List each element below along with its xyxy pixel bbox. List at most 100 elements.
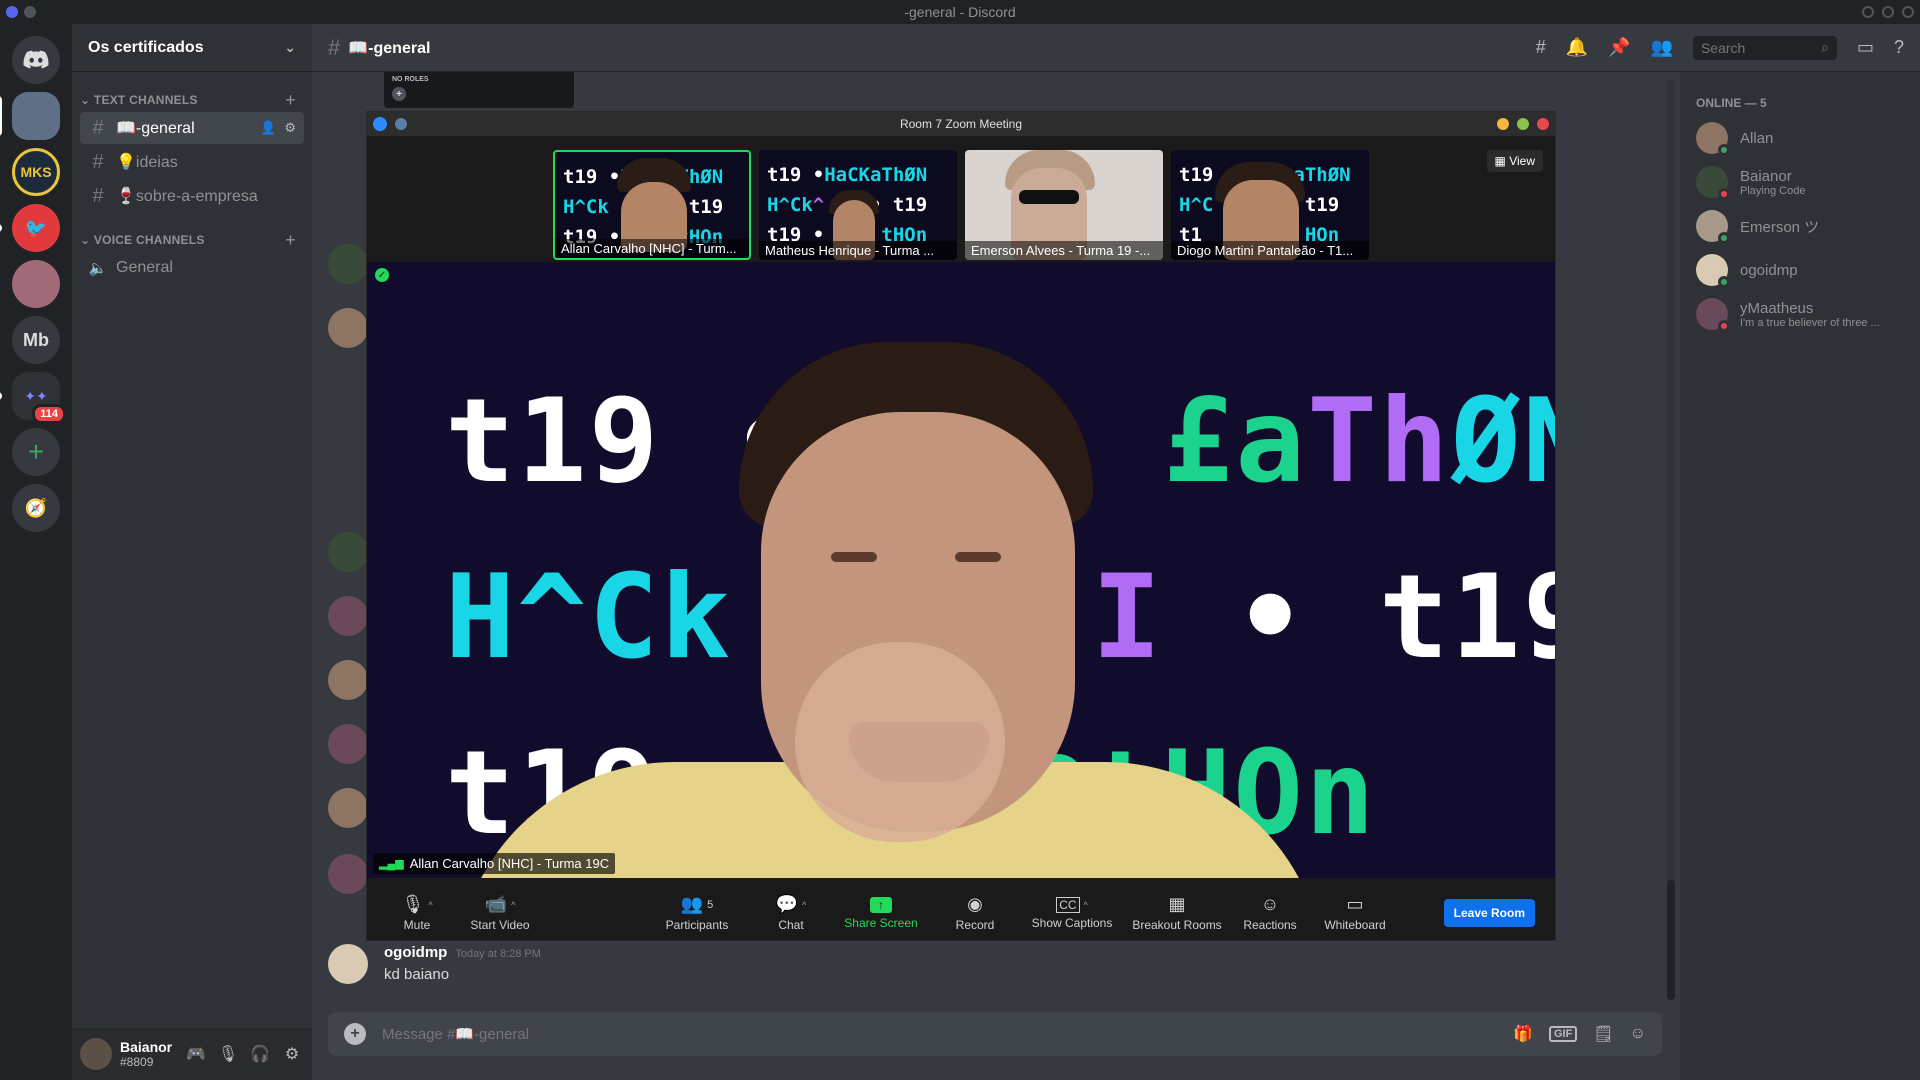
mute-button[interactable]: 🎙 ^ Mute [387,894,447,932]
member-item[interactable]: yMaatheus I'm a true believer of three ..… [1696,292,1912,336]
maximize-icon[interactable] [1517,118,1529,130]
message-scrollbar[interactable] [1667,80,1675,1000]
message-composer[interactable]: + Message #📖-general 🎁 GIF 🗒 ☺ [328,1012,1662,1056]
hash-icon: # [92,150,104,173]
chat-button[interactable]: 💬 ^ Chat [761,894,821,932]
member-item[interactable]: Baianor Playing Code [1696,160,1912,204]
participant-tile[interactable]: t19 •HaCkaThØN H^Ck • t19 t19 • h tHOn A… [553,150,751,260]
speaker-name-tag: ▂▄▆ Allan Carvalho [NHC] - Turma 19C [373,853,616,874]
maximize-icon[interactable] [1882,6,1894,18]
server-folder[interactable]: ✦✦ 114 [0,372,66,424]
reactions-button[interactable]: ☺ Reactions [1235,894,1305,932]
discord-home-icon[interactable] [12,36,60,84]
pin-icon[interactable]: 📌 [1608,37,1630,58]
leave-room-button[interactable]: Leave Room [1443,899,1535,927]
avatar[interactable] [328,724,368,764]
window-controls[interactable] [1862,6,1914,18]
add-role-icon[interactable]: + [392,87,406,101]
inbox-icon[interactable]: ▭ [1857,37,1874,58]
breakout-rooms-button[interactable]: ▦ Breakout Rooms [1129,894,1225,932]
member-item[interactable]: Emerson ツ [1696,204,1912,248]
zoom-window-controls[interactable] [1497,118,1549,130]
caret-up-icon[interactable]: ^ [802,900,806,910]
scrollbar-thumb[interactable] [1667,880,1675,1000]
explore-icon[interactable]: 🧭 [12,484,60,532]
minimize-icon[interactable] [1862,6,1874,18]
encryption-shield-icon[interactable]: ✓ [375,268,389,282]
titlebar-left-controls [6,6,36,18]
member-item[interactable]: Allan [1696,116,1912,160]
participants-button[interactable]: 👥 5 Participants [655,894,739,932]
record-button[interactable]: ◉ Record [945,894,1005,932]
headphones-icon[interactable]: 🎧 [248,1044,272,1064]
channel-general[interactable]: # 📖-general 👤 ⚙ [80,112,304,144]
discord-app-icon [6,6,18,18]
caret-up-icon[interactable]: ^ [1084,900,1088,910]
help-icon[interactable]: ? [1894,37,1904,58]
message-author[interactable]: ogoidmp [384,944,447,961]
channel-label: 🍷sobre-a-empresa [116,188,258,205]
view-button[interactable]: ▦ View [1486,150,1543,172]
speaker-name: Allan Carvalho [NHC] - Turma 19C [409,856,610,871]
gamepad-icon[interactable]: 🎮 [184,1044,208,1064]
member-item[interactable]: ogoidmp [1696,248,1912,292]
active-speaker-video: t19 • £aThØN H^Ck I • t19 t19 ⩬@tHOn ✓ ▂… [367,262,1555,878]
category-text-channels[interactable]: ⌄ TEXT CHANNELS + [72,90,312,110]
threads-icon[interactable]: # [1536,37,1546,58]
close-icon[interactable] [1902,6,1914,18]
add-server-icon[interactable]: + [12,428,60,476]
caret-up-icon[interactable]: ^ [428,900,432,910]
bell-icon[interactable]: 🔔 [1566,37,1588,58]
avatar[interactable] [328,308,368,348]
avatar[interactable] [328,788,368,828]
search-input[interactable]: Search ⌕ [1692,35,1837,60]
show-captions-button[interactable]: CC ^ Show Captions [1027,896,1117,930]
breakout-rooms-label: Breakout Rooms [1132,918,1222,932]
participant-tile[interactable]: Emerson Alvees - Turma 19 -... [965,150,1163,260]
avatar[interactable] [328,660,368,700]
chat-icon: 💬 [775,894,799,914]
start-video-button[interactable]: 📹 ^ Start Video [455,894,545,932]
gif-icon[interactable]: GIF [1549,1026,1578,1042]
add-channel-icon[interactable]: + [285,230,296,251]
gear-icon[interactable]: ⚙ [284,120,296,136]
sunglasses-icon [1019,190,1079,204]
category-voice-channels[interactable]: ⌄ VOICE CHANNELS + [72,230,312,250]
microphone-icon[interactable]: 🎙 [216,1044,240,1064]
avatar[interactable] [328,944,368,984]
avatar[interactable] [80,1038,112,1070]
avatar[interactable] [328,244,368,284]
minimize-icon[interactable] [1497,118,1509,130]
gear-icon[interactable]: ⚙ [280,1044,304,1064]
server-icon-anime[interactable] [12,260,60,308]
server-icon-mb[interactable]: Mb [12,316,60,364]
share-screen-button[interactable]: ↑ Share Screen [841,896,921,930]
participant-tile[interactable]: t19 • aThØN H^C • t19 t1 HOn Diogo Marti… [1171,150,1369,260]
grid-icon: ▦ [1494,154,1510,168]
avatar[interactable] [328,854,368,894]
members-icon[interactable]: 👥 [1651,37,1673,58]
add-attachment-icon[interactable]: + [344,1023,366,1045]
server-icon-mks[interactable]: MKS [12,148,60,196]
add-channel-icon[interactable]: + [285,90,296,111]
roles-popout: NO ROLES + [384,72,574,108]
message-input[interactable]: Message #📖-general [382,1025,1497,1043]
sticker-icon[interactable]: 🗒 [1593,1024,1613,1044]
avatar[interactable] [328,532,368,572]
share-screen-icon: ↑ [870,896,892,913]
voice-channel-general[interactable]: 🔈 General [80,252,304,284]
close-icon[interactable] [1537,118,1549,130]
caret-up-icon[interactable]: ^ [511,900,515,910]
participant-tile[interactable]: t19 •HaCKaThØN H^Ck^ • t19 t19 • h tHOn … [759,150,957,260]
channel-ideias[interactable]: # 💡ideias [80,146,304,178]
channel-sobre-a-empresa[interactable]: # 🍷sobre-a-empresa [80,180,304,212]
server-icon-avatar[interactable] [0,92,60,140]
info-icon[interactable] [395,118,407,130]
emoji-icon[interactable]: ☺ [1630,1025,1646,1043]
whiteboard-button[interactable]: ▭ Whiteboard [1315,894,1395,932]
gift-icon[interactable]: 🎁 [1513,1024,1533,1044]
server-icon-red-bird[interactable]: 🐦 [0,204,60,252]
guild-header[interactable]: Os certificados ⌄ [72,24,312,72]
invite-icon[interactable]: 👤 [260,120,276,136]
avatar[interactable] [328,596,368,636]
